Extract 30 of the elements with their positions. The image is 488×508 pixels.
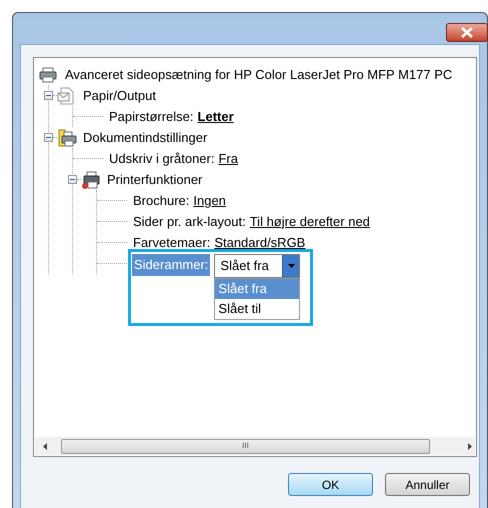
setting-label: Siderammer: [132,254,210,276]
tree-node-label: Printerfunktioner [107,170,202,189]
collapse-icon[interactable] [68,175,77,184]
close-icon [461,27,473,38]
setting-label: Udskriv i gråtoner: [109,150,214,168]
collapse-icon[interactable] [44,91,53,100]
setting-value-link[interactable]: Fra [218,148,238,168]
setting-value-link[interactable]: Ingen [193,190,226,210]
setting-label: Sider pr. ark-layout: [133,212,246,231]
scroll-right-icon[interactable] [468,442,472,450]
setting-label: Farvetemaer: [133,234,210,252]
scrollbar-thumb[interactable]: III [61,438,430,454]
scroll-left-icon[interactable] [43,442,47,450]
collapse-icon[interactable] [44,133,53,142]
setting-label: Papirstørrelse: [109,108,194,126]
setting-value-link[interactable]: Til højre derefter ned [250,212,370,232]
dropdown-option[interactable]: Slået til [215,299,300,319]
setting-label: Brochure: [133,192,190,210]
dropdown[interactable]: Slået fra [214,254,300,278]
dialog-button[interactable]: Annuller [385,473,470,496]
tree-node-label: Dokumentindstillinger [83,128,208,147]
tree-root-label: Avanceret sideopsætning for HP Color LaserJet Pro MFP M177 PC [65,66,452,84]
document-printer-icon [57,128,77,148]
dropdown-arrow-icon [288,264,295,268]
setting-value-link[interactable]: Letter [198,106,234,126]
setting-value-link[interactable]: Standard/sRGB [214,232,306,252]
dialog-button[interactable]: OK [288,473,373,496]
close-button[interactable] [446,23,488,42]
tree-node-label: Papir/Output [83,86,156,105]
printer-icon [39,66,57,82]
